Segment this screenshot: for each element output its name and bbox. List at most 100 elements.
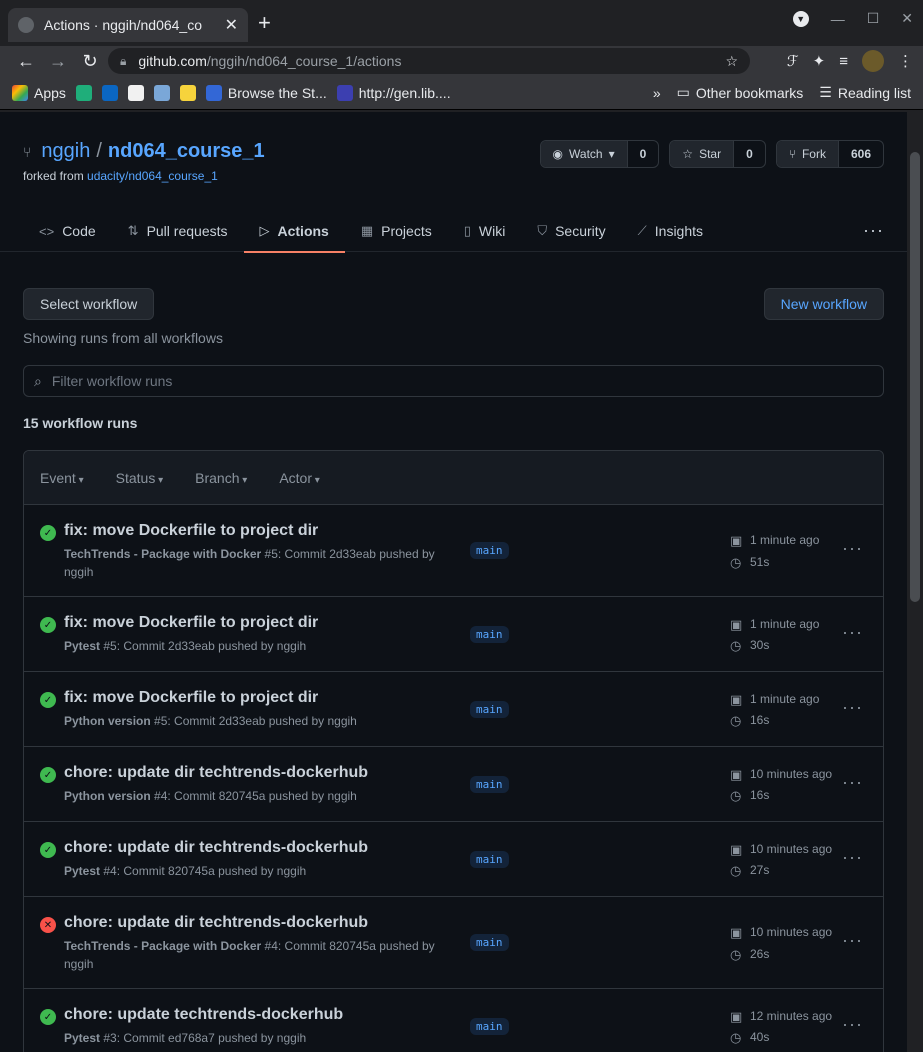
watch-button[interactable]: ◉ Watch ▾: [540, 141, 627, 167]
run-menu-icon[interactable]: ···: [842, 772, 863, 793]
run-menu-icon[interactable]: ···: [842, 847, 863, 868]
fork-button[interactable]: ⑂ Fork: [776, 141, 838, 167]
close-tab-icon[interactable]: ✕: [225, 15, 238, 35]
workflow-run-row[interactable]: ✓ fix: move Dockerfile to project dir Py…: [24, 672, 883, 747]
workflow-run-row[interactable]: ✕ chore: update dir techtrends-dockerhub…: [24, 897, 883, 989]
branch-filter[interactable]: Branch: [195, 470, 247, 486]
bookmark-browse[interactable]: Browse the St...: [205, 84, 327, 101]
tab-insights[interactable]: ⟋ Insights: [622, 210, 719, 252]
page-scrollbar[interactable]: [907, 112, 923, 1052]
scrollbar-thumb[interactable]: [910, 152, 920, 602]
bookmark-shield-icon[interactable]: [75, 84, 92, 101]
browser-tab[interactable]: Actions · nggih/nd064_co ✕: [8, 8, 248, 42]
puzzle-icon[interactable]: ✦: [813, 52, 826, 70]
bookmarks-bar: Apps Browse the St... http://gen.lib....…: [0, 76, 923, 110]
run-menu-icon[interactable]: ···: [842, 622, 863, 643]
branch-badge[interactable]: main: [470, 701, 509, 718]
run-title[interactable]: chore: update dir techtrends-dockerhub: [64, 839, 368, 857]
new-workflow-button[interactable]: New workflow: [763, 288, 884, 320]
status-filter[interactable]: Status: [116, 470, 164, 486]
search-icon: ⌕: [34, 372, 42, 389]
run-timestamp: ▣ 10 minutes ago: [730, 767, 833, 782]
runs-filter-bar: Event Status Branch Actor: [24, 451, 883, 505]
workflow-run-row[interactable]: ✓ fix: move Dockerfile to project dir Py…: [24, 597, 883, 672]
tab-wiki[interactable]: ▯ Wiki: [448, 210, 522, 252]
media-control-icon[interactable]: ≡: [839, 53, 848, 70]
run-duration: ◷ 27s: [730, 863, 770, 878]
bookmark-linkedin-icon[interactable]: [101, 84, 118, 101]
workflow-run-row[interactable]: ✓ fix: move Dockerfile to project dir Te…: [24, 505, 883, 597]
code-icon: <>: [39, 223, 55, 239]
close-window-button[interactable]: ✕: [901, 10, 913, 27]
run-menu-icon[interactable]: ···: [842, 1014, 863, 1035]
forked-from-link[interactable]: udacity/nd064_course_1: [87, 169, 218, 183]
tab-pull-requests[interactable]: ⇅ Pull requests: [112, 210, 244, 252]
branch-badge[interactable]: main: [470, 776, 509, 793]
watch-count[interactable]: 0: [626, 141, 659, 167]
filter-workflow-runs-input[interactable]: ⌕ Filter workflow runs: [23, 365, 884, 397]
more-options-icon[interactable]: ···: [863, 220, 884, 241]
browser-menu-icon[interactable]: ⋮: [898, 52, 913, 70]
branch-badge[interactable]: main: [470, 934, 509, 951]
minimize-button[interactable]: —: [831, 11, 845, 27]
browser-toolbar: ← → ↻ 🔒︎ github.com/nggih/nd064_course_1…: [0, 46, 923, 76]
tab-actions[interactable]: ▷ Actions: [243, 210, 346, 253]
bookmark-star-icon[interactable]: ☆: [725, 53, 738, 70]
run-title[interactable]: fix: move Dockerfile to project dir: [64, 522, 318, 540]
star-button[interactable]: ☆ Star: [670, 141, 734, 167]
bookmarks-overflow-icon[interactable]: »: [653, 85, 661, 101]
run-menu-icon[interactable]: ···: [842, 538, 863, 559]
new-tab-button[interactable]: +: [258, 10, 271, 36]
run-title[interactable]: fix: move Dockerfile to project dir: [64, 614, 318, 632]
lock-icon[interactable]: 🔒︎: [120, 54, 126, 69]
branch-badge[interactable]: main: [470, 626, 509, 643]
run-timestamp: ▣ 1 minute ago: [730, 617, 820, 632]
run-menu-icon[interactable]: ···: [842, 697, 863, 718]
branch-badge[interactable]: main: [470, 542, 509, 559]
forward-button[interactable]: →: [42, 51, 74, 72]
branch-badge[interactable]: main: [470, 1018, 509, 1035]
tab-projects[interactable]: ▦ Projects: [345, 210, 448, 252]
run-title[interactable]: chore: update dir techtrends-dockerhub: [64, 914, 368, 932]
profile-avatar[interactable]: [862, 50, 884, 72]
reload-button[interactable]: ↻: [74, 51, 106, 72]
branch-badge[interactable]: main: [470, 851, 509, 868]
github-favicon-icon: [18, 17, 34, 33]
repo-owner-link[interactable]: nggih: [41, 140, 90, 163]
success-check-icon: ✓: [40, 617, 56, 633]
workflow-run-row[interactable]: ✓ chore: update techtrends-dockerhub Pyt…: [24, 989, 883, 1052]
extension-icon[interactable]: ℱ: [787, 52, 799, 70]
workflow-run-row[interactable]: ✓ chore: update dir techtrends-dockerhub…: [24, 747, 883, 822]
workflow-run-row[interactable]: ✓ chore: update dir techtrends-dockerhub…: [24, 822, 883, 897]
stopwatch-icon: ◷: [730, 788, 742, 803]
event-filter[interactable]: Event: [40, 470, 84, 486]
star-count[interactable]: 0: [733, 141, 765, 167]
run-title[interactable]: chore: update techtrends-dockerhub: [64, 1006, 343, 1024]
bookmark-note-icon[interactable]: [179, 84, 196, 101]
maximize-button[interactable]: ☐: [867, 10, 880, 27]
run-title[interactable]: fix: move Dockerfile to project dir: [64, 689, 318, 707]
tab-code[interactable]: <> Code: [23, 210, 112, 252]
back-button[interactable]: ←: [10, 51, 42, 72]
tab-security[interactable]: ⛉ Security: [521, 210, 621, 252]
address-bar[interactable]: 🔒︎ github.com/nggih/nd064_course_1/actio…: [108, 48, 750, 74]
fork-count[interactable]: 606: [837, 141, 883, 167]
bookmark-apps[interactable]: Apps: [12, 84, 66, 101]
select-workflow-button[interactable]: Select workflow: [23, 288, 155, 320]
run-title[interactable]: chore: update dir techtrends-dockerhub: [64, 764, 368, 782]
bookmark-genlib[interactable]: http://gen.lib....: [336, 84, 451, 101]
repo-name-link[interactable]: nd064_course_1: [108, 140, 265, 163]
bookmark-doc-icon: [336, 84, 353, 101]
tab-search-icon[interactable]: ▼: [792, 10, 809, 27]
bookmark-gmail-icon[interactable]: [127, 84, 144, 101]
actor-filter[interactable]: Actor: [279, 470, 320, 486]
reading-list-icon: ☰: [819, 84, 832, 100]
bookmark-tool-icon[interactable]: [153, 84, 170, 101]
run-timestamp: ▣ 12 minutes ago: [730, 1009, 833, 1024]
repo-nav: <> Code ⇅ Pull requests ▷ Actions ▦ Projects…: [0, 210, 907, 253]
calendar-icon: ▣: [730, 533, 743, 548]
run-menu-icon[interactable]: ···: [842, 930, 863, 951]
other-bookmarks[interactable]: ▭ Other bookmarks: [677, 84, 804, 101]
url-host: github.com: [138, 53, 207, 69]
reading-list[interactable]: ☰ Reading list: [819, 84, 911, 101]
